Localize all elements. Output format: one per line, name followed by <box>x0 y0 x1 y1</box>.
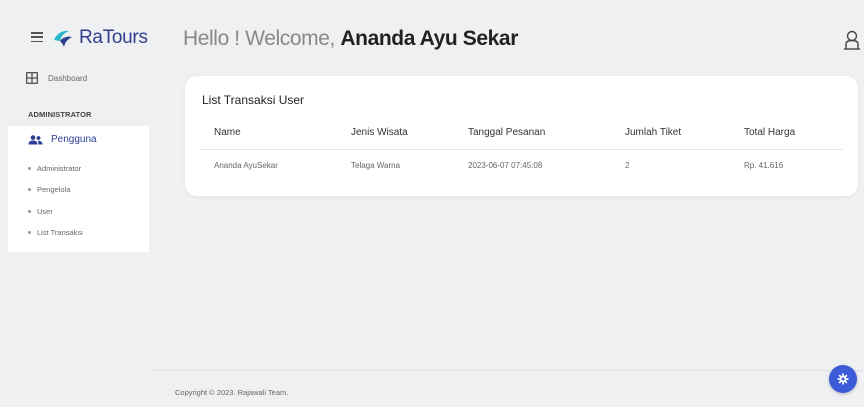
card-title: List Transaksi User <box>202 93 305 107</box>
grid-icon <box>26 72 38 84</box>
sidebar-subitem-list-transaksi[interactable]: List Transaksi <box>28 228 83 237</box>
sidebar-subitem-label: Pengelola <box>37 185 71 194</box>
column-header-jumlah-tiket: Jumlah Tiket <box>625 127 682 138</box>
footer-copyright: Copyright © 2023. Rajawali Team. <box>175 388 289 397</box>
greeting-prefix: Hello ! Welcome, <box>183 27 335 50</box>
column-header-name: Name <box>214 127 241 138</box>
sidebar-subitem-administrator[interactable]: Administrator <box>28 164 81 173</box>
users-icon <box>28 134 43 144</box>
sidebar-subitem-label: User <box>37 207 53 216</box>
bullet-icon <box>28 231 31 234</box>
sidebar-item-label: Pengguna <box>51 134 97 145</box>
top-bar: RaTours Hello ! Welcome, Ananda Ayu Seka… <box>8 8 864 58</box>
app-frame: RaTours Hello ! Welcome, Ananda Ayu Seka… <box>0 0 864 407</box>
sidebar-item-pengguna[interactable]: Pengguna <box>28 134 97 145</box>
user-icon[interactable] <box>843 30 861 50</box>
settings-button[interactable] <box>829 365 857 393</box>
bullet-icon <box>28 167 31 170</box>
footer-divider <box>149 370 864 371</box>
column-header-total-harga: Total Harga <box>744 127 796 138</box>
sidebar: Dashboard ADMINISTRATOR Pengguna Adminis… <box>8 58 149 252</box>
cell-total-harga: Rp. 41.616 <box>744 161 784 170</box>
brand-name[interactable]: RaTours <box>79 27 148 49</box>
cell-tanggal-pesanan: 2023-06-07 07:45:08 <box>468 161 543 170</box>
sidebar-subitem-label: Administrator <box>37 164 82 173</box>
cell-jumlah-tiket: 2 <box>625 161 630 170</box>
sidebar-subitem-label: List Transaksi <box>37 228 83 237</box>
cell-jenis-wisata: Telaga Warna <box>351 161 401 170</box>
user-name: Ananda Ayu Sekar <box>340 27 518 50</box>
sidebar-section-administrator: ADMINISTRATOR <box>28 110 92 119</box>
cell-name: Ananda AyuSekar <box>214 161 278 170</box>
bullet-icon <box>28 210 31 213</box>
sidebar-group-pengguna: Pengguna Administrator Pengelola User Li… <box>8 126 149 252</box>
sidebar-item-dashboard[interactable]: Dashboard <box>26 72 87 84</box>
table-header-divider <box>200 149 843 150</box>
column-header-jenis-wisata: Jenis Wisata <box>351 127 408 138</box>
transaction-list-card: List Transaksi User Name Jenis Wisata Ta… <box>185 76 858 196</box>
sidebar-subitem-pengelola[interactable]: Pengelola <box>28 185 70 194</box>
gear-icon <box>837 373 849 385</box>
hamburger-icon[interactable] <box>31 32 43 42</box>
sidebar-item-label: Dashboard <box>48 73 88 83</box>
sidebar-subitem-user[interactable]: User <box>28 207 53 216</box>
column-header-tanggal-pesanan: Tanggal Pesanan <box>468 127 546 138</box>
bullet-icon <box>28 188 31 191</box>
welcome-greeting: Hello ! Welcome, Ananda Ayu Sekar <box>183 27 518 51</box>
ratours-logo-icon <box>54 30 72 47</box>
